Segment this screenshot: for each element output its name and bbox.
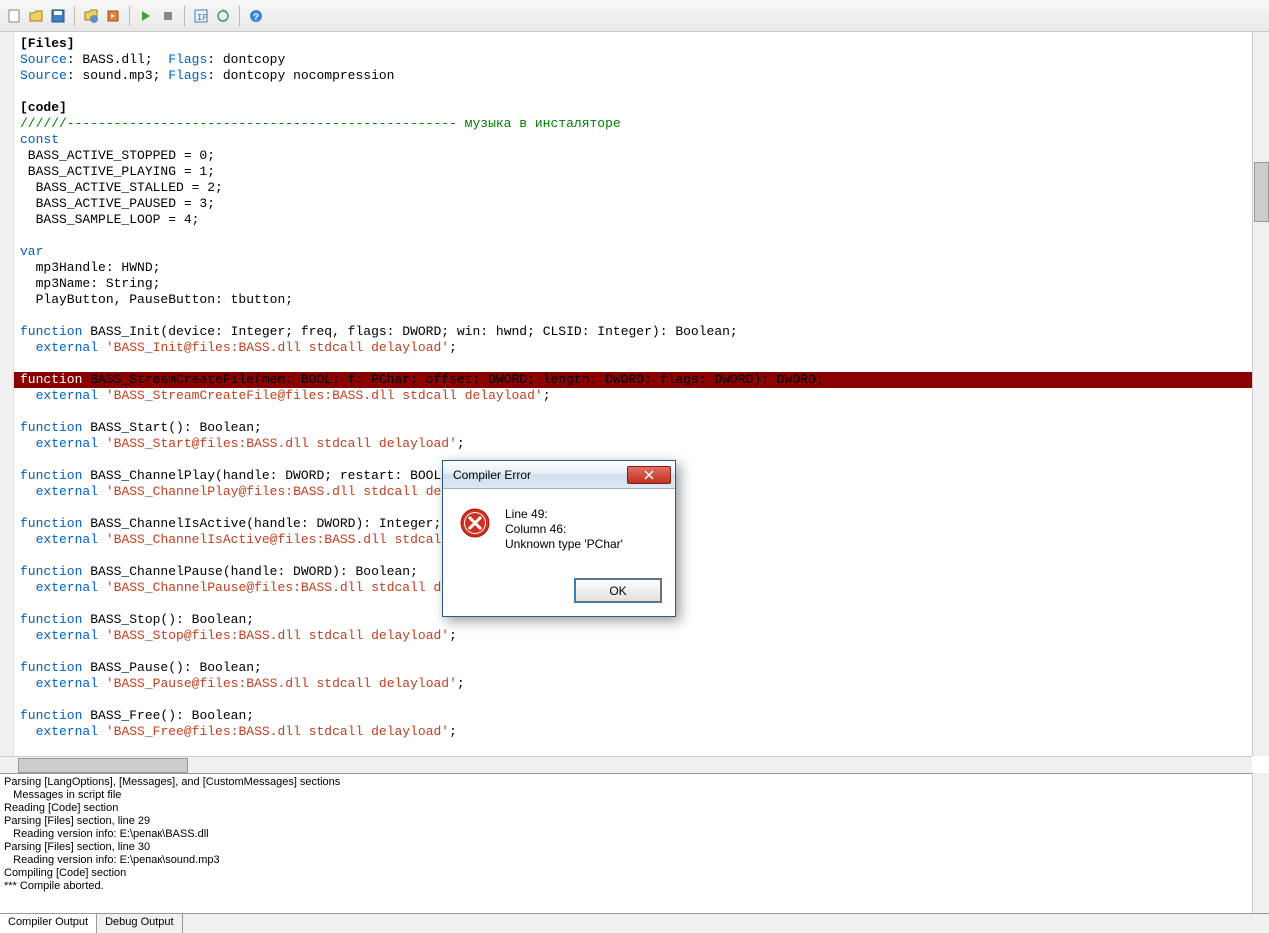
run-button[interactable]	[136, 6, 156, 26]
new-file-button[interactable]	[4, 6, 24, 26]
error-icon	[459, 507, 491, 539]
svg-text:?: ?	[253, 13, 259, 24]
toolbar-separator	[184, 6, 185, 26]
dialog-close-button[interactable]	[627, 466, 671, 484]
open-file-button[interactable]	[26, 6, 46, 26]
vertical-scrollbar[interactable]	[1252, 32, 1269, 756]
editor-gutter	[0, 32, 14, 756]
dialog-titlebar[interactable]: Compiler Error	[443, 461, 675, 489]
toolbar: IP ?	[0, 0, 1269, 32]
help-button[interactable]: ?	[246, 6, 266, 26]
dialog-title-text: Compiler Error	[453, 468, 627, 482]
dialog-buttons: OK	[443, 579, 675, 616]
output-tabs: Compiler Output Debug Output	[0, 913, 1269, 933]
save-file-button[interactable]	[48, 6, 68, 26]
error-line: Line 49:	[505, 507, 623, 522]
ok-button[interactable]: OK	[575, 579, 661, 602]
tab-debug-output[interactable]: Debug Output	[97, 914, 183, 933]
svg-text:IP: IP	[197, 13, 208, 23]
dialog-body: Line 49: Column 46: Unknown type 'PChar'	[443, 489, 675, 579]
tool-button-2[interactable]	[213, 6, 233, 26]
options-button[interactable]	[81, 6, 101, 26]
toolbar-separator	[239, 6, 240, 26]
code-editor[interactable]: [Files]Source: BASS.dll; Flags: dontcopy…	[14, 32, 1269, 756]
scrollbar-thumb[interactable]	[1254, 162, 1269, 222]
tool-button-1[interactable]: IP	[191, 6, 211, 26]
scrollbar-thumb[interactable]	[18, 758, 188, 773]
toolbar-separator	[74, 6, 75, 26]
error-column: Column 46:	[505, 522, 623, 537]
output-panel[interactable]: Parsing [LangOptions], [Messages], and […	[0, 773, 1269, 913]
error-dialog: Compiler Error Line 49: Column 46: Unkno…	[442, 460, 676, 617]
error-text: Unknown type 'PChar'	[505, 537, 623, 552]
toolbar-separator	[129, 6, 130, 26]
horizontal-scrollbar[interactable]	[0, 756, 1252, 773]
dialog-message: Line 49: Column 46: Unknown type 'PChar'	[505, 507, 623, 567]
tab-compiler-output[interactable]: Compiler Output	[0, 914, 97, 933]
output-scrollbar[interactable]	[1252, 773, 1269, 913]
compile-button[interactable]	[103, 6, 123, 26]
editor-area: [Files]Source: BASS.dll; Flags: dontcopy…	[0, 32, 1269, 756]
stop-button[interactable]	[158, 6, 178, 26]
close-icon	[643, 470, 655, 480]
